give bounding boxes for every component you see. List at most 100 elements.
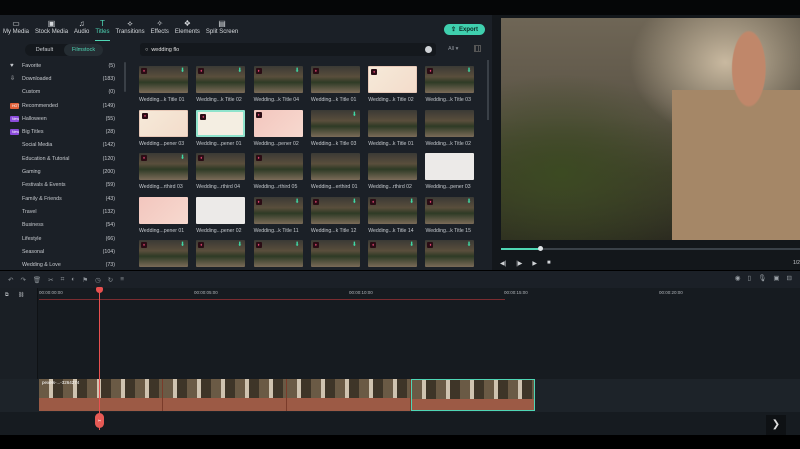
adjust-icon[interactable]: ≡	[120, 276, 124, 283]
download-icon[interactable]: ⬇	[466, 199, 471, 205]
tab-stock-media[interactable]: ▣ Stock Media	[35, 15, 68, 41]
download-icon[interactable]: ⬇	[180, 155, 185, 161]
playback-scrubber[interactable]	[537, 246, 543, 251]
tab-my-media[interactable]: ▭ My Media	[3, 15, 29, 41]
category-item[interactable]: New Halloween (55)	[0, 112, 122, 125]
playhead[interactable]	[99, 288, 100, 430]
download-icon[interactable]: ⬇	[466, 242, 471, 248]
cut-icon[interactable]: ✂	[48, 276, 53, 284]
playhead-scissor[interactable]: ✂	[95, 413, 104, 428]
video-clip[interactable]	[411, 379, 535, 411]
title-item[interactable]: ♦ ⬇ Wedding...k Title 11	[253, 196, 311, 234]
category-item[interactable]: HOT Recommended (149)	[0, 99, 122, 112]
category-item[interactable]: Lifestyle (66)	[0, 232, 122, 245]
category-item[interactable]: Family & Friends (43)	[0, 192, 122, 205]
grid-scrollbar[interactable]	[487, 60, 489, 120]
title-item[interactable]: ⬇ Wedding...k Title 03	[310, 109, 368, 147]
add-track-icon[interactable]: ⧉	[5, 292, 9, 298]
delete-icon[interactable]: 🗑	[33, 276, 41, 284]
mic-icon[interactable]: 🎙	[758, 274, 766, 282]
category-item[interactable]: Festivals & Events (59)	[0, 179, 122, 192]
download-icon[interactable]: ⬇	[295, 242, 300, 248]
category-item[interactable]: ♥ Favorite (5)	[0, 59, 122, 72]
category-item[interactable]: Seasonal (104)	[0, 245, 122, 258]
undo-icon[interactable]: ↶	[8, 276, 13, 284]
step-play-icon[interactable]: |▶	[516, 260, 522, 267]
filter-dropdown[interactable]: All ▾	[448, 46, 458, 52]
redo-icon[interactable]: ↷	[20, 276, 25, 284]
title-item[interactable]: ♦ ⬇ Wedding...k Title 12	[310, 196, 368, 234]
title-item[interactable]: ♦ ⬇ Wedding...k Title 04	[253, 66, 311, 103]
video-clip[interactable]	[287, 379, 411, 411]
tab-titles[interactable]: T Titles	[95, 15, 110, 41]
category-item[interactable]: Gaming (200)	[0, 165, 122, 178]
title-item[interactable]: ♦ ⬇ Wedding...k Title 14	[368, 196, 425, 234]
export-button[interactable]: ⇪ Export	[444, 24, 485, 35]
title-item[interactable]: ♦ Wedding...k Title 02	[368, 66, 425, 103]
title-item[interactable]: ♦ ⬇ Wedding...k Title 02	[196, 66, 253, 103]
title-item[interactable]: ♦ Wedding...rthird 04	[196, 153, 253, 190]
title-item[interactable]: ♦ Wedding...pener 01	[196, 109, 253, 147]
download-icon[interactable]: ⬇	[352, 242, 357, 248]
category-item[interactable]: Education & Tutorial (120)	[0, 152, 122, 165]
stop-icon[interactable]: ■	[547, 260, 551, 267]
title-item[interactable]: ♦ Wedding...pener 02	[253, 109, 311, 147]
tab-transitions[interactable]: ⟡ Transitions	[116, 15, 145, 41]
title-item[interactable]: Wedding...k Title 01	[368, 109, 425, 147]
tab-default[interactable]: Default	[25, 44, 64, 56]
render-icon[interactable]: ◉	[735, 274, 741, 282]
prev-frame-icon[interactable]: ◀|	[500, 260, 506, 267]
category-item[interactable]: Custom (0)	[0, 86, 122, 99]
download-icon[interactable]: ⬇	[352, 199, 357, 205]
speed-icon[interactable]: ◷	[95, 276, 101, 284]
rotate-icon[interactable]: ↻	[108, 276, 113, 284]
category-item[interactable]: New Big Titles (28)	[0, 125, 122, 138]
download-icon[interactable]: ⬇	[180, 242, 185, 248]
download-icon[interactable]: ⬇	[466, 68, 471, 74]
title-item[interactable]: Wedding...erthird 01	[310, 153, 368, 190]
download-icon[interactable]: ⬇	[237, 68, 242, 74]
title-item[interactable]: ♦ Wedding...pener 03	[139, 109, 196, 147]
tab-audio[interactable]: ♫ Audio	[74, 15, 89, 41]
shield-icon[interactable]: ▯	[748, 274, 752, 282]
color-icon[interactable]: ◐	[71, 276, 75, 283]
voiceover-icon[interactable]: ▣	[773, 274, 779, 282]
title-item[interactable]: ♦ Wedding...k Title 01	[310, 66, 368, 103]
category-item[interactable]: Business (54)	[0, 219, 122, 232]
play-icon[interactable]: ▶	[532, 260, 537, 267]
expand-icon[interactable]: ❯	[766, 415, 786, 435]
title-item[interactable]: ♦ ⬇ Wedding...k Title 15	[425, 196, 482, 234]
title-item[interactable]: Wedding...pener 02	[196, 196, 253, 234]
video-clip[interactable]	[163, 379, 287, 411]
search-input[interactable]: ○ wedding flo	[140, 43, 436, 56]
tab-elements[interactable]: ❖ Elements	[175, 15, 200, 41]
video-clip[interactable]: pexels-...-3264274	[39, 379, 163, 411]
title-item[interactable]: Wedding...pener 03	[425, 153, 482, 190]
title-item[interactable]: ♦ ⬇ Wedding...k Title 01	[139, 66, 196, 103]
download-icon[interactable]: ⬇	[295, 68, 300, 74]
download-icon[interactable]: ⬇	[409, 199, 414, 205]
title-item[interactable]: ♦ ⬇ Wedding...rthird 03	[139, 153, 196, 190]
title-item[interactable]: ♦ Wedding...rthird 05	[253, 153, 311, 190]
grid-view-icon[interactable]	[474, 45, 481, 52]
download-icon[interactable]: ⬇	[409, 242, 414, 248]
link-icon[interactable]: ⛓	[18, 292, 24, 298]
marker-icon[interactable]: ⚑	[82, 276, 88, 284]
title-item[interactable]: Wedding...k Title 02	[425, 109, 482, 147]
tab-effects[interactable]: ✧ Effects	[151, 15, 169, 41]
title-item[interactable]: Wedding...pener 01	[139, 196, 196, 234]
category-item[interactable]: Wedding & Love (73)	[0, 258, 122, 271]
download-icon[interactable]: ⬇	[180, 68, 185, 74]
tab-filmstock[interactable]: Filmstock	[64, 44, 103, 56]
title-item[interactable]: ♦ ⬇ Wedding...k Title 03	[425, 66, 482, 103]
category-item[interactable]: ⇩ Downloaded (183)	[0, 72, 122, 85]
download-icon[interactable]: ⬇	[237, 242, 242, 248]
playback-progress[interactable]	[501, 248, 800, 250]
download-icon[interactable]: ⬇	[295, 199, 300, 205]
title-item[interactable]: Wedding...rthird 02	[368, 153, 425, 190]
tab-split-screen[interactable]: ▤ Split Screen	[206, 15, 238, 41]
clear-search-icon[interactable]	[425, 46, 432, 53]
category-item[interactable]: Social Media (142)	[0, 139, 122, 152]
category-scrollbar[interactable]	[124, 62, 126, 92]
fit-icon[interactable]: ⊟	[787, 274, 792, 282]
